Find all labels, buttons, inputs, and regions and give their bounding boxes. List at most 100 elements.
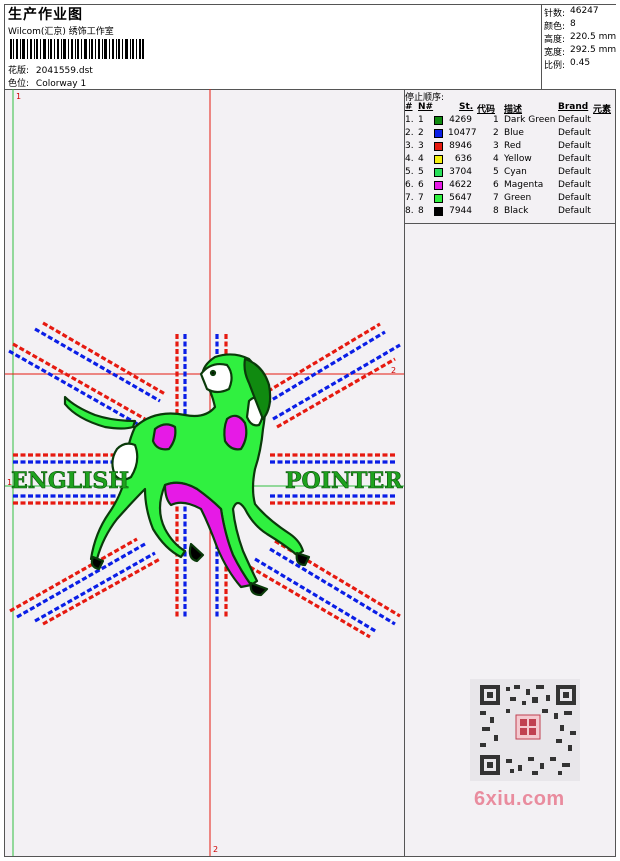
- row-code: 6: [493, 180, 499, 190]
- row-needle: 6: [418, 180, 424, 190]
- table-row: 1. 1 4269 1 Dark Green Default: [404, 115, 615, 128]
- embroidery-design: ENGLISH POINTER: [5, 89, 404, 856]
- row-description: Red: [504, 141, 522, 151]
- row-brand: Default: [558, 167, 591, 177]
- stripe: [16, 542, 146, 619]
- stripe: [254, 322, 381, 401]
- table-row: 2. 2 10477 2 Blue Default: [404, 128, 615, 141]
- table-row: 6. 6 4622 6 Magenta Default: [404, 180, 615, 193]
- row-brand: Default: [558, 193, 591, 203]
- row-stitches: 636: [454, 154, 472, 164]
- studio-name: Wilcom(汇京) 绣饰工作室: [8, 27, 114, 37]
- stat-colors: 颜色: 8: [544, 19, 576, 32]
- col-brand: Brand: [558, 102, 589, 112]
- row-index: 6.: [405, 180, 414, 190]
- header: 生产作业图 Wilcom(汇京) 绣饰工作室 花版: 2041559.dst 色…: [5, 5, 616, 90]
- stats-panel: 针数: 46247 颜色: 8 高度: 220.5 mm 宽度: 292.5 mm 比例…: [541, 5, 616, 89]
- stripe: [42, 321, 166, 396]
- row-brand: Default: [558, 180, 591, 190]
- row-stitches: 5647: [449, 193, 472, 203]
- stripe: [254, 557, 378, 634]
- axis-marker: 2: [213, 845, 219, 854]
- color-swatch: [434, 207, 443, 216]
- row-code: 3: [493, 141, 499, 151]
- axis-marker: 1: [16, 92, 22, 101]
- row-description: Yellow: [504, 154, 532, 164]
- row-description: Cyan: [504, 167, 527, 177]
- col-code: 代码: [477, 105, 496, 115]
- row-index: 1.: [405, 115, 414, 125]
- row-brand: Default: [558, 115, 591, 125]
- row-code: 8: [493, 206, 499, 216]
- row-brand: Default: [558, 154, 591, 164]
- color-swatch: [434, 168, 443, 177]
- row-description: Blue: [504, 128, 524, 138]
- axis-marker: 1: [7, 478, 13, 487]
- design-text-right: POINTER: [285, 468, 403, 494]
- row-description: Black: [504, 206, 529, 216]
- row-index: 4.: [405, 154, 414, 164]
- panel-divider: [404, 223, 615, 224]
- colorway: 色位: Colorway 1: [8, 79, 87, 89]
- row-code: 5: [493, 167, 499, 177]
- stripe: [276, 357, 396, 429]
- header-info: 生产作业图 Wilcom(汇京) 绣饰工作室 花版: 2041559.dst 色…: [5, 5, 541, 89]
- stripe: [259, 330, 386, 409]
- stripe: [42, 557, 161, 626]
- stripe: [249, 565, 371, 639]
- color-swatch: [434, 155, 443, 164]
- col-element: 元素: [593, 105, 612, 115]
- col-index: #: [405, 102, 413, 112]
- row-index: 5.: [405, 167, 414, 177]
- design-text-left: ENGLISH: [11, 468, 129, 494]
- row-brand: Default: [558, 141, 591, 151]
- stripe: [272, 343, 401, 421]
- stat-width: 宽度: 292.5 mm: [544, 45, 617, 58]
- row-description: Green: [504, 193, 532, 203]
- row-stitches: 3704: [449, 167, 472, 177]
- row-needle: 5: [418, 167, 424, 177]
- row-index: 8.: [405, 206, 414, 216]
- row-needle: 8: [418, 206, 424, 216]
- col-needle: N#: [418, 102, 434, 112]
- row-code: 7: [493, 193, 499, 203]
- row-stitches: 8946: [449, 141, 472, 151]
- table-row: 7. 7 5647 7 Green Default: [404, 193, 615, 206]
- color-swatch: [434, 181, 443, 190]
- row-index: 2.: [405, 128, 414, 138]
- col-stitches: St.: [459, 102, 474, 112]
- row-brand: Default: [558, 128, 591, 138]
- qr-code-icon: [470, 679, 580, 781]
- row-needle: 4: [418, 154, 424, 164]
- table-row: 8. 8 7944 8 Black Default: [404, 206, 615, 219]
- table-row: 3. 3 8946 3 Red Default: [404, 141, 615, 154]
- color-swatch: [434, 142, 443, 151]
- axis-marker: 2: [391, 366, 397, 375]
- row-stitches: 4622: [449, 180, 472, 190]
- watermark: 6xiu.com: [474, 788, 565, 810]
- row-brand: Default: [558, 206, 591, 216]
- row-needle: 3: [418, 141, 424, 151]
- stripe: [34, 327, 161, 403]
- stat-scale: 比例: 0.45: [544, 58, 591, 71]
- col-description: 描述: [504, 105, 523, 115]
- row-stitches: 10477: [448, 128, 477, 138]
- page-title: 生产作业图: [8, 7, 83, 23]
- design-file: 花版: 2041559.dst: [8, 66, 93, 76]
- color-swatch: [434, 116, 443, 125]
- row-stitches: 4269: [449, 115, 472, 125]
- stat-stitches: 针数: 46247: [544, 6, 599, 19]
- qr-code-graphic: [480, 685, 576, 775]
- row-index: 3.: [405, 141, 414, 151]
- stat-height: 高度: 220.5 mm: [544, 32, 617, 45]
- row-stitches: 7944: [449, 206, 472, 216]
- row-needle: 7: [418, 193, 424, 203]
- stripe: [269, 547, 396, 626]
- row-description: Dark Green: [504, 115, 556, 125]
- row-code: 1: [493, 115, 499, 125]
- row-description: Magenta: [504, 180, 544, 190]
- stripe: [8, 349, 142, 428]
- table-row: 4. 4 636 4 Yellow Default: [404, 154, 615, 167]
- barcode-icon: [10, 39, 144, 59]
- color-swatch: [434, 129, 443, 138]
